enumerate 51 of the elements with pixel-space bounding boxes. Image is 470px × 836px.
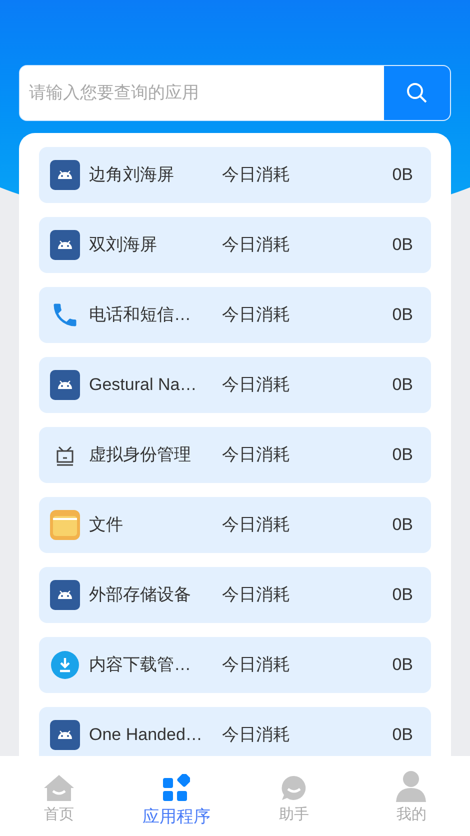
usage-label: 今日消耗 bbox=[222, 234, 290, 256]
app-row[interactable]: 双刘海屏 今日消耗 0B bbox=[39, 217, 431, 273]
app-row[interactable]: 虚拟身份管理 今日消耗 0B bbox=[39, 427, 431, 483]
android-icon bbox=[50, 370, 80, 400]
usage-label: 今日消耗 bbox=[222, 724, 290, 746]
usage-label: 今日消耗 bbox=[222, 654, 290, 676]
usage-label: 今日消耗 bbox=[222, 374, 290, 396]
android-icon bbox=[50, 580, 80, 610]
usage-value: 0B bbox=[392, 514, 413, 536]
chat-icon bbox=[280, 774, 308, 802]
apps-icon bbox=[162, 774, 190, 802]
usage-value: 0B bbox=[392, 304, 413, 326]
app-row[interactable]: 外部存储设备 今日消耗 0B bbox=[39, 567, 431, 623]
android-icon bbox=[50, 160, 80, 190]
usage-value: 0B bbox=[392, 654, 413, 676]
app-name: 内容下载管… bbox=[89, 654, 192, 676]
app-name: 双刘海屏 bbox=[89, 234, 158, 256]
app-row[interactable]: 内容下载管… 今日消耗 0B bbox=[39, 637, 431, 693]
usage-value: 0B bbox=[392, 444, 413, 466]
app-name: 外部存储设备 bbox=[89, 584, 192, 606]
usage-value: 0B bbox=[392, 724, 413, 746]
app-name: 边角刘海屏 bbox=[89, 164, 175, 186]
usage-label: 今日消耗 bbox=[222, 514, 290, 536]
search-icon bbox=[406, 82, 428, 104]
download-icon bbox=[50, 650, 80, 680]
app-row[interactable]: 文件 今日消耗 0B bbox=[39, 497, 431, 553]
usage-value: 0B bbox=[392, 584, 413, 606]
usage-label: 今日消耗 bbox=[222, 304, 290, 326]
android-icon bbox=[50, 230, 80, 260]
folder-icon bbox=[50, 510, 80, 540]
app-name: 虚拟身份管理 bbox=[89, 444, 192, 466]
app-row[interactable]: One Handed… 今日消耗 0B bbox=[39, 707, 431, 756]
app-name: 电话和短信… bbox=[89, 304, 192, 326]
app-row[interactable]: 电话和短信… 今日消耗 0B bbox=[39, 287, 431, 343]
user-icon bbox=[395, 770, 428, 802]
app-name: Gestural Na… bbox=[89, 374, 198, 396]
usage-label: 今日消耗 bbox=[222, 164, 290, 186]
usage-value: 0B bbox=[392, 164, 413, 186]
app-row[interactable]: 边角刘海屏 今日消耗 0B bbox=[39, 147, 431, 203]
nav-tab[interactable]: 应用程序 bbox=[118, 770, 235, 836]
search-button[interactable] bbox=[384, 66, 450, 120]
app-row[interactable]: Gestural Na… 今日消耗 0B bbox=[39, 357, 431, 413]
app-name: One Handed… bbox=[89, 724, 204, 746]
search-field[interactable]: 请输入您要查询的应用 bbox=[19, 65, 451, 121]
app-name: 文件 bbox=[89, 514, 124, 536]
usage-value: 0B bbox=[392, 234, 413, 256]
android-icon bbox=[50, 720, 80, 750]
usage-value: 0B bbox=[392, 374, 413, 396]
home-icon bbox=[42, 774, 75, 802]
usage-label: 今日消耗 bbox=[222, 444, 290, 466]
usage-label: 今日消耗 bbox=[222, 584, 290, 606]
